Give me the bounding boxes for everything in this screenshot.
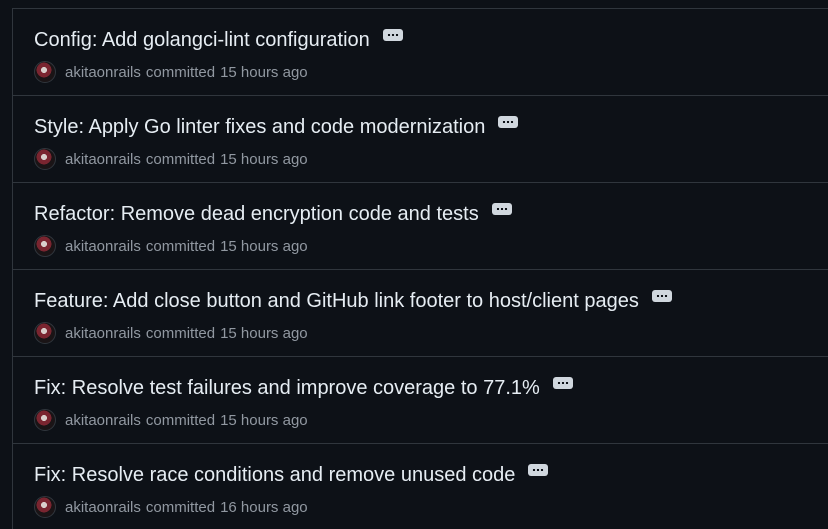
ellipsis-icon[interactable] (651, 290, 672, 302)
commit-title-link[interactable]: Refactor: Remove dead encryption code an… (34, 202, 479, 226)
relative-time: 15 hours ago (220, 63, 308, 81)
commit-row: Feature: Add close button and GitHub lin… (13, 270, 828, 357)
relative-time: 16 hours ago (220, 498, 308, 516)
commit-meta: akitaonrails committed 15 hours ago (34, 409, 308, 431)
commit-title-link[interactable]: Fix: Resolve race conditions and remove … (34, 463, 515, 487)
avatar[interactable] (34, 409, 56, 431)
commit-title-line: Fix: Resolve race conditions and remove … (34, 463, 549, 487)
commit-meta: akitaonrails committed 15 hours ago (34, 148, 308, 170)
commit-meta: akitaonrails committed 16 hours ago (34, 496, 308, 518)
commit-row: Config: Add golangci-lint configuration … (13, 9, 828, 96)
commit-row: Refactor: Remove dead encryption code an… (13, 183, 828, 270)
ellipsis-icon[interactable] (528, 464, 549, 476)
commit-title-link[interactable]: Style: Apply Go linter fixes and code mo… (34, 115, 485, 139)
relative-time: 15 hours ago (220, 237, 308, 255)
avatar[interactable] (34, 496, 56, 518)
commit-title-line: Fix: Resolve test failures and improve c… (34, 376, 573, 400)
commit-verb: committed (145, 324, 216, 342)
commit-verb: committed (145, 498, 216, 516)
ellipsis-icon[interactable] (498, 116, 519, 128)
commit-meta: akitaonrails committed 15 hours ago (34, 61, 308, 83)
commit-title-line: Config: Add golangci-lint configuration (34, 28, 403, 52)
avatar[interactable] (34, 148, 56, 170)
relative-time: 15 hours ago (220, 324, 308, 342)
commit-title-line: Style: Apply Go linter fixes and code mo… (34, 115, 519, 139)
ellipsis-icon[interactable] (491, 203, 512, 215)
commit-verb: committed (145, 63, 216, 81)
commit-meta: akitaonrails committed 15 hours ago (34, 235, 308, 257)
author-link[interactable]: akitaonrails (65, 238, 141, 255)
avatar[interactable] (34, 61, 56, 83)
ellipsis-icon[interactable] (382, 29, 403, 41)
commit-verb: committed (145, 150, 216, 168)
commit-title-link[interactable]: Feature: Add close button and GitHub lin… (34, 289, 639, 313)
commit-history-view: Config: Add golangci-lint configuration … (0, 0, 828, 529)
commit-row: Fix: Resolve test failures and improve c… (13, 357, 828, 444)
avatar[interactable] (34, 322, 56, 344)
author-link[interactable]: akitaonrails (65, 64, 141, 81)
avatar[interactable] (34, 235, 56, 257)
author-link[interactable]: akitaonrails (65, 325, 141, 342)
commit-verb: committed (145, 411, 216, 429)
commit-title-link[interactable]: Fix: Resolve test failures and improve c… (34, 376, 540, 400)
commit-row: Fix: Resolve race conditions and remove … (13, 444, 828, 529)
author-link[interactable]: akitaonrails (65, 151, 141, 168)
commit-meta: akitaonrails committed 15 hours ago (34, 322, 308, 344)
ellipsis-icon[interactable] (552, 377, 573, 389)
commit-title-link[interactable]: Config: Add golangci-lint configuration (34, 28, 370, 52)
relative-time: 15 hours ago (220, 150, 308, 168)
author-link[interactable]: akitaonrails (65, 412, 141, 429)
commit-list: Config: Add golangci-lint configuration … (12, 8, 828, 529)
commit-verb: committed (145, 237, 216, 255)
author-link[interactable]: akitaonrails (65, 499, 141, 516)
commit-title-line: Refactor: Remove dead encryption code an… (34, 202, 512, 226)
relative-time: 15 hours ago (220, 411, 308, 429)
commit-row: Style: Apply Go linter fixes and code mo… (13, 96, 828, 183)
commit-title-line: Feature: Add close button and GitHub lin… (34, 289, 672, 313)
